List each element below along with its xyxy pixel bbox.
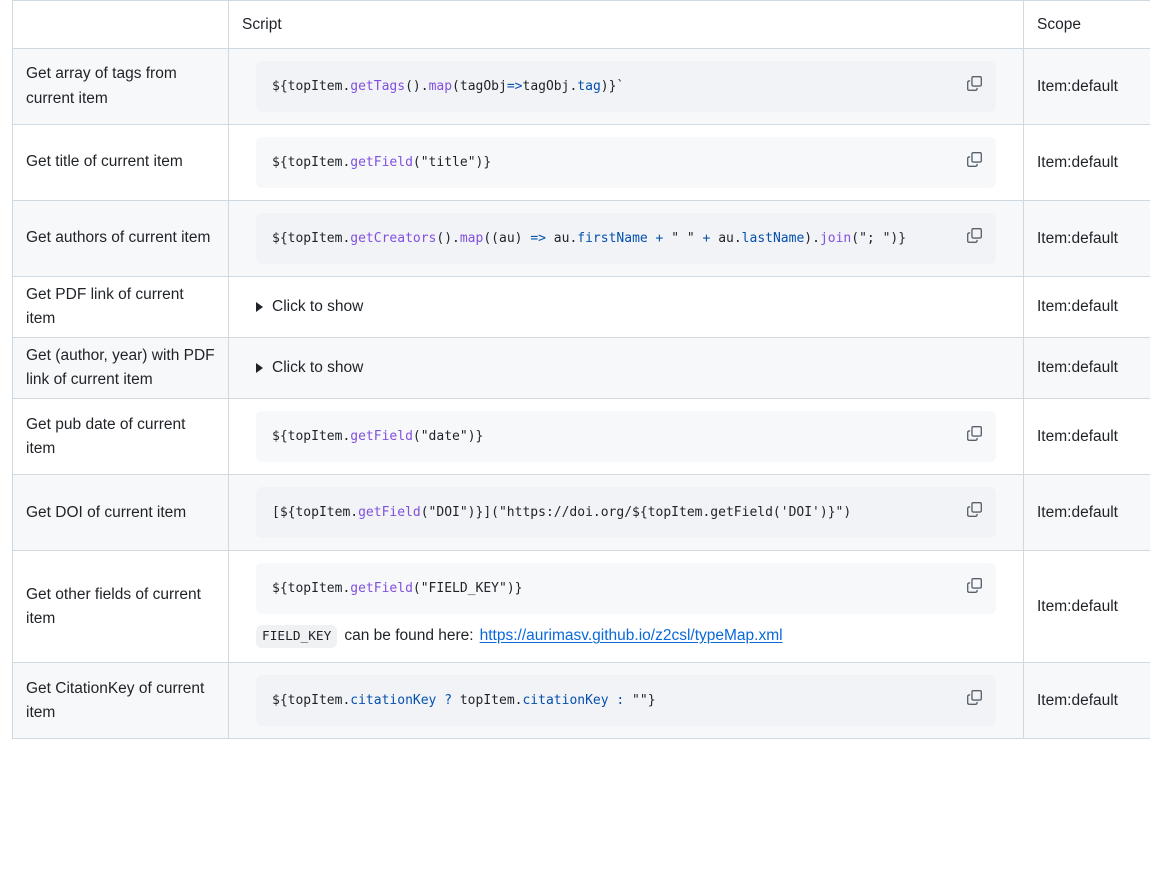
details-disclosure-toggle[interactable]: Click to show <box>242 355 1010 381</box>
row-description: Get authors of current item <box>12 200 229 277</box>
note-text: can be found here: <box>344 627 474 645</box>
disclosure-label: Click to show <box>272 298 364 316</box>
details-disclosure-toggle[interactable]: Click to show <box>242 294 1010 320</box>
script-code: ${topItem.getField("FIELD_KEY")} <box>272 581 523 597</box>
row-script-cell: ${topItem.getField("FIELD_KEY")} FIELD_KE… <box>228 550 1024 664</box>
copy-icon[interactable] <box>960 69 988 97</box>
row-description: Get PDF link of current item <box>12 275 229 339</box>
code-block: [${topItem.getField("DOI")}]("https://do… <box>256 487 996 539</box>
column-header-name <box>12 0 229 49</box>
table-row: Get (author, year) with PDF link of curr… <box>12 337 1150 400</box>
row-scope: Item:default <box>1023 398 1150 476</box>
column-header-script: Script <box>228 0 1024 49</box>
disclosure-label: Click to show <box>272 359 364 377</box>
script-reference-table-wrapper: Script Scope Get array of tags from curr… <box>0 0 1150 740</box>
row-description: Get CitationKey of current item <box>12 662 229 740</box>
row-script-cell: ${topItem.getCreators().map((au) => au.f… <box>228 200 1024 277</box>
row-description: Get title of current item <box>12 124 229 201</box>
copy-icon[interactable] <box>960 221 988 249</box>
row-description: Get array of tags from current item <box>12 48 229 125</box>
triangle-right-icon <box>256 302 263 313</box>
code-block: ${topItem.getTags().map(tagObj=>tagObj.t… <box>256 61 996 112</box>
script-code: ${topItem.getField("date")} <box>272 429 484 445</box>
table-body: Get array of tags from current item ${top… <box>12 48 1150 740</box>
table-header-row: Script Scope <box>12 0 1150 49</box>
table-row: Get PDF link of current item Click to sho… <box>12 275 1150 339</box>
field-key-note: FIELD_KEY can be found here: https://aurim… <box>242 620 1010 656</box>
column-header-scope: Scope <box>1023 0 1150 49</box>
row-scope: Item:default <box>1023 550 1150 664</box>
copy-icon[interactable] <box>960 145 988 173</box>
inline-code-field-key: FIELD_KEY <box>256 625 338 649</box>
table-row: Get authors of current item ${topItem.get… <box>12 200 1150 277</box>
table-row: Get title of current item ${topItem.getFi… <box>12 124 1150 201</box>
type-map-link[interactable]: https://aurimasv.github.io/z2csl/typeMap… <box>480 624 783 647</box>
code-block: ${topItem.getField("title")} <box>256 137 996 188</box>
row-script-cell: Click to show <box>228 337 1024 400</box>
row-scope: Item:default <box>1023 337 1150 400</box>
row-scope: Item:default <box>1023 474 1150 552</box>
row-script-cell: ${topItem.citationKey ? topItem.citation… <box>228 662 1024 740</box>
row-script-cell: ${topItem.getTags().map(tagObj=>tagObj.t… <box>228 48 1024 125</box>
code-block: ${topItem.citationKey ? topItem.citation… <box>256 675 996 727</box>
table-row: Get pub date of current item ${topItem.ge… <box>12 398 1150 476</box>
copy-icon[interactable] <box>960 683 988 711</box>
row-scope: Item:default <box>1023 48 1150 125</box>
code-block: ${topItem.getField("date")} <box>256 411 996 463</box>
copy-icon[interactable] <box>960 419 988 447</box>
row-description: Get (author, year) with PDF link of curr… <box>12 337 229 400</box>
row-script-cell: [${topItem.getField("DOI")}]("https://do… <box>228 474 1024 552</box>
row-scope: Item:default <box>1023 124 1150 201</box>
script-code: ${topItem.getTags().map(tagObj=>tagObj.t… <box>272 79 625 94</box>
row-scope: Item:default <box>1023 275 1150 339</box>
table-row: Get array of tags from current item ${top… <box>12 48 1150 125</box>
code-block: ${topItem.getCreators().map((au) => au.f… <box>256 213 996 264</box>
script-reference-table: Script Scope Get array of tags from curr… <box>12 0 1150 740</box>
table-row: Get DOI of current item [${topItem.getFie… <box>12 474 1150 552</box>
row-scope: Item:default <box>1023 200 1150 277</box>
copy-icon[interactable] <box>960 571 988 599</box>
script-code: ${topItem.citationKey ? topItem.citation… <box>272 693 656 709</box>
table-row: Get other fields of current item ${topIte… <box>12 550 1150 664</box>
copy-icon[interactable] <box>960 495 988 523</box>
triangle-right-icon <box>256 363 263 374</box>
row-description: Get DOI of current item <box>12 474 229 552</box>
row-description: Get pub date of current item <box>12 398 229 476</box>
table-row: Get CitationKey of current item ${topItem… <box>12 662 1150 740</box>
code-block: ${topItem.getField("FIELD_KEY")} <box>256 563 996 615</box>
row-script-cell: ${topItem.getField("date")} <box>228 398 1024 476</box>
row-script-cell: ${topItem.getField("title")} <box>228 124 1024 201</box>
script-code: [${topItem.getField("DOI")}]("https://do… <box>272 505 852 521</box>
row-description: Get other fields of current item <box>12 550 229 664</box>
row-script-cell: Click to show <box>228 275 1024 339</box>
table-header: Script Scope <box>12 0 1150 49</box>
row-scope: Item:default <box>1023 662 1150 740</box>
script-code: ${topItem.getCreators().map((au) => au.f… <box>272 231 907 246</box>
script-code: ${topItem.getField("title")} <box>272 155 492 170</box>
